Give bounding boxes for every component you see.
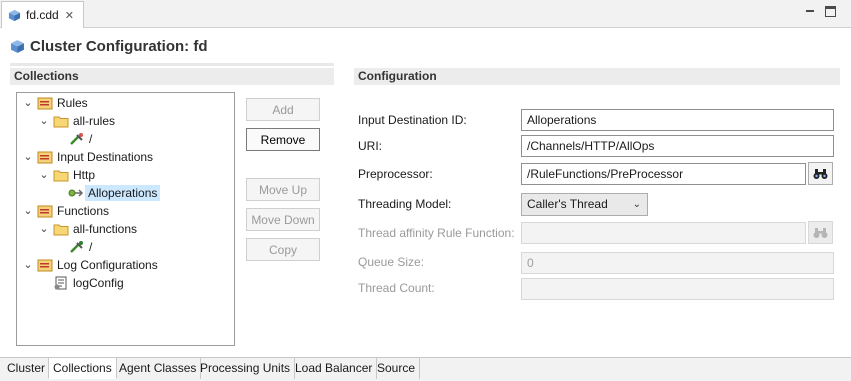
binoculars-icon — [813, 227, 828, 238]
tab-collections[interactable]: Collections — [48, 358, 117, 379]
tree-item-rule-root[interactable]: / — [69, 130, 92, 148]
tab-load-balancer[interactable]: Load Balancer — [291, 358, 378, 379]
chevron-down-icon[interactable]: ⌄ — [23, 148, 33, 166]
collections-header: Collections — [10, 68, 334, 85]
tree-item-logconfig[interactable]: logConfig — [53, 274, 124, 292]
preprocessor-label: Preprocessor: — [358, 167, 433, 181]
threading-model-select[interactable]: Caller's Thread ⌄ — [521, 193, 648, 216]
tree-item-label: Log Configurations — [57, 258, 158, 272]
folder-group-icon — [37, 205, 53, 218]
folder-icon — [53, 170, 69, 182]
tab-cluster[interactable]: Cluster — [3, 358, 51, 379]
tree-item-label: logConfig — [73, 276, 124, 290]
minimize-button[interactable] — [805, 6, 816, 17]
threading-model-label: Threading Model: — [358, 197, 452, 211]
folder-group-icon — [37, 97, 53, 110]
rule-plug-icon — [70, 133, 83, 145]
move-down-button[interactable]: Move Down — [246, 208, 320, 231]
thread-count-field[interactable] — [521, 278, 834, 300]
tree-item-http[interactable]: ⌄ Http — [39, 166, 95, 184]
tree-item-input-destinations[interactable]: ⌄ Input Destinations — [23, 148, 153, 166]
page-title: Cluster Configuration: fd — [10, 35, 207, 57]
queue-size-field[interactable]: 0 — [521, 252, 834, 274]
chevron-down-icon: ⌄ — [632, 199, 641, 210]
tree-item-rules[interactable]: ⌄ Rules — [23, 94, 88, 112]
editor-tab-title: fd.cdd — [26, 8, 59, 22]
cube-icon — [11, 39, 24, 53]
collections-tree[interactable]: ⌄ Rules ⌄ all-rules / ⌄ Input Destinatio… — [16, 92, 235, 346]
queue-size-label: Queue Size: — [358, 255, 425, 269]
chevron-down-icon[interactable]: ⌄ — [23, 94, 33, 112]
uri-label: URI: — [358, 139, 382, 153]
maximize-button[interactable] — [825, 6, 836, 17]
tree-item-functions[interactable]: ⌄ Functions — [23, 202, 109, 220]
threading-model-value: Caller's Thread — [527, 197, 608, 211]
tree-item-label: / — [89, 240, 93, 254]
tree-item-all-functions[interactable]: ⌄ all-functions — [39, 220, 137, 238]
page-title-text: Cluster Configuration: fd — [30, 37, 208, 55]
copy-button[interactable]: Copy — [246, 238, 320, 261]
tree-item-log-configurations[interactable]: ⌄ Log Configurations — [23, 256, 158, 274]
editor-tab-strip — [0, 0, 851, 28]
tab-agent-classes[interactable]: Agent Classes — [115, 358, 202, 379]
thread-affinity-browse-button[interactable] — [808, 221, 833, 244]
destination-icon — [68, 189, 83, 197]
folder-group-icon — [37, 151, 53, 164]
chevron-down-icon[interactable]: ⌄ — [23, 256, 33, 274]
editor-tab-fd-cdd[interactable]: fd.cdd ✕ — [1, 1, 84, 28]
binoculars-icon — [813, 168, 828, 179]
tree-item-label: Rules — [57, 96, 88, 110]
thread-affinity-field[interactable] — [521, 222, 806, 244]
configuration-header: Configuration — [354, 68, 840, 85]
tree-item-label: Input Destinations — [57, 150, 154, 164]
preprocessor-field[interactable]: /RuleFunctions/PreProcessor — [521, 163, 806, 185]
folder-group-icon — [37, 259, 53, 272]
tree-item-alloperations[interactable]: Alloperations — [67, 184, 161, 202]
folder-icon — [53, 116, 69, 128]
tree-item-label: all-rules — [73, 114, 116, 128]
function-plug-icon — [70, 241, 83, 253]
tree-item-label: / — [89, 132, 93, 146]
section-divider — [10, 63, 334, 66]
bottom-tab-bar: Cluster Collections Agent Classes Proces… — [0, 357, 851, 381]
input-destination-id-field[interactable]: Alloperations — [521, 109, 834, 131]
add-button[interactable]: Add — [246, 98, 320, 121]
tree-item-all-rules[interactable]: ⌄ all-rules — [39, 112, 115, 130]
tree-item-label: all-functions — [73, 222, 138, 236]
chevron-down-icon[interactable]: ⌄ — [23, 202, 33, 220]
tab-processing-units[interactable]: Processing Units — [196, 358, 296, 379]
thread-count-label: Thread Count: — [358, 281, 435, 295]
log-config-icon — [54, 276, 67, 290]
tree-item-label: Alloperations — [85, 185, 161, 201]
folder-icon — [53, 224, 69, 236]
cube-icon — [8, 9, 21, 21]
tree-item-function-root[interactable]: / — [69, 238, 92, 256]
chevron-down-icon[interactable]: ⌄ — [39, 166, 49, 184]
remove-button[interactable]: Remove — [246, 128, 320, 151]
chevron-down-icon[interactable]: ⌄ — [39, 220, 49, 238]
tree-item-label: Http — [73, 168, 96, 182]
tab-source[interactable]: Source — [373, 358, 421, 379]
input-destination-id-label: Input Destination ID: — [358, 113, 467, 127]
uri-field[interactable]: /Channels/HTTP/AllOps — [521, 135, 834, 157]
tree-item-label: Functions — [57, 204, 110, 218]
move-up-button[interactable]: Move Up — [246, 178, 320, 201]
preprocessor-browse-button[interactable] — [808, 162, 833, 185]
chevron-down-icon[interactable]: ⌄ — [39, 112, 49, 130]
close-icon[interactable]: ✕ — [65, 9, 74, 22]
thread-affinity-label: Thread affinity Rule Function: — [358, 226, 515, 240]
